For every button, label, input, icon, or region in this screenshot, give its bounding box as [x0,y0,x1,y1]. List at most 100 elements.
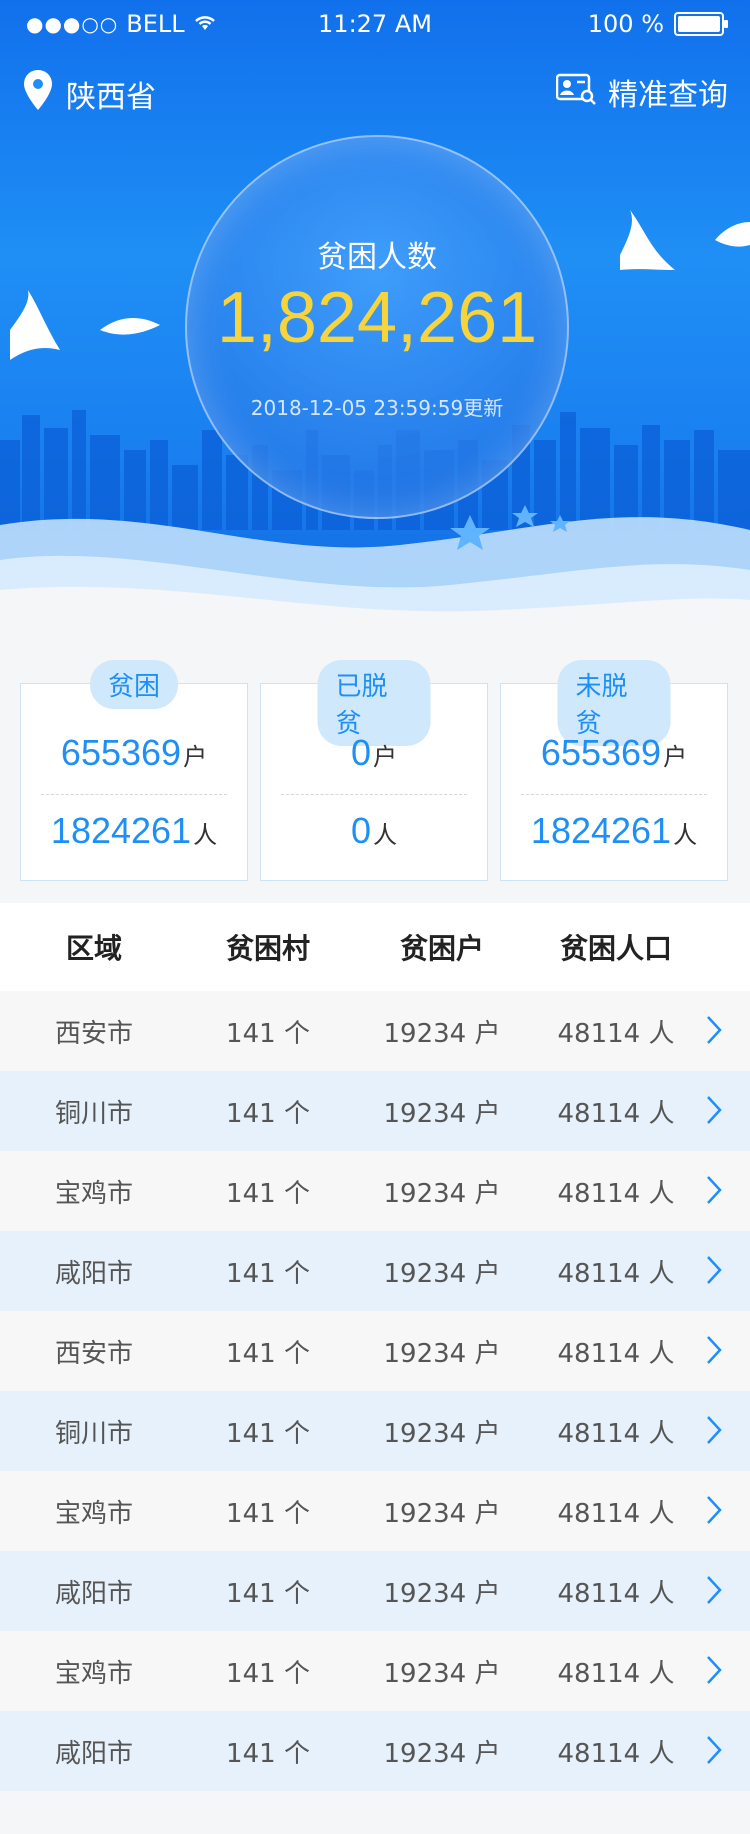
precise-query-button[interactable]: 精准查询 [555,70,728,114]
chevron-right-icon[interactable] [706,1175,722,1212]
people-value: 0 [350,810,372,851]
table-row[interactable]: 咸阳市 141 个 19234 户 48114 人 [0,1711,750,1791]
location-pin-icon [24,70,52,118]
poverty-count-circle: 贫困人数 1,824,261 2018-12-05 23:59:59更新 [185,135,569,519]
top-nav: 陕西省 精准查询 [0,70,750,120]
table-row[interactable]: 西安市 141 个 19234 户 48114 人 [0,991,750,1071]
stat-card-remaining: 未脱贫 655369户 1824261人 [500,660,728,881]
row-region: 咸阳市 [54,1578,133,1609]
row-households: 19234 户 [383,1098,501,1129]
stat-cards: 贫困 655369户 1824261人 已脱贫 0户 0人 未脱贫 655369… [20,660,730,883]
row-region: 咸阳市 [54,1738,133,1769]
people-value: 1824261 [530,810,672,851]
chevron-right-icon[interactable] [706,1255,722,1292]
row-villages: 141 个 [226,1338,310,1369]
table-row[interactable]: 宝鸡市 141 个 19234 户 48114 人 [0,1471,750,1551]
households-unit: 户 [183,743,208,771]
people-unit: 人 [373,821,398,849]
row-households: 19234 户 [383,1178,501,1209]
chevron-right-icon[interactable] [706,1015,722,1052]
row-region: 宝鸡市 [54,1658,133,1689]
table-row[interactable]: 咸阳市 141 个 19234 户 48114 人 [0,1231,750,1311]
row-region: 西安市 [54,1338,133,1369]
row-region: 铜川市 [54,1418,133,1449]
people-unit: 人 [193,821,218,849]
row-households: 19234 户 [383,1658,501,1689]
row-region: 西安市 [54,1018,133,1049]
row-population: 48114 人 [557,1578,675,1609]
row-region: 铜川市 [54,1098,133,1129]
row-population: 48114 人 [557,1018,675,1049]
row-population: 48114 人 [557,1738,675,1769]
row-households: 19234 户 [383,1418,501,1449]
people-value: 1824261 [50,810,192,851]
row-region: 宝鸡市 [54,1178,133,1209]
header-villages: 贫困村 [225,932,310,965]
households-value: 0 [350,732,372,773]
row-households: 19234 户 [383,1338,501,1369]
location-selector[interactable]: 陕西省 [24,70,156,118]
region-table: 区域 贫困村 贫困户 贫困人口 西安市 141 个 19234 户 48114 人铜川… [0,903,750,1791]
row-villages: 141 个 [226,1098,310,1129]
row-population: 48114 人 [557,1338,675,1369]
chevron-right-icon[interactable] [706,1495,722,1532]
row-population: 48114 人 [557,1178,675,1209]
row-villages: 141 个 [226,1178,310,1209]
row-villages: 141 个 [226,1738,310,1769]
header-households: 贫困户 [399,932,484,965]
households-unit: 户 [663,743,688,771]
row-region: 宝鸡市 [54,1498,133,1529]
row-villages: 141 个 [226,1018,310,1049]
households-value: 655369 [540,732,662,773]
row-population: 48114 人 [557,1658,675,1689]
row-population: 48114 人 [557,1418,675,1449]
row-households: 19234 户 [383,1018,501,1049]
households-value: 655369 [60,732,182,773]
row-villages: 141 个 [226,1658,310,1689]
chevron-right-icon[interactable] [706,1735,722,1772]
table-row[interactable]: 铜川市 141 个 19234 户 48114 人 [0,1071,750,1151]
row-villages: 141 个 [226,1258,310,1289]
stat-card-title: 贫困 [89,660,179,709]
table-row[interactable]: 铜川市 141 个 19234 户 48114 人 [0,1391,750,1471]
poverty-count-label: 贫困人数 [317,240,437,275]
row-villages: 141 个 [226,1578,310,1609]
row-households: 19234 户 [383,1738,501,1769]
divider [41,794,227,795]
divider [281,794,467,795]
chevron-right-icon[interactable] [706,1655,722,1692]
chevron-right-icon[interactable] [706,1415,722,1452]
row-population: 48114 人 [557,1498,675,1529]
row-households: 19234 户 [383,1578,501,1609]
row-villages: 141 个 [226,1418,310,1449]
id-card-search-icon [555,71,596,113]
update-timestamp: 2018-12-05 23:59:59更新 [250,396,504,420]
households-unit: 户 [373,743,398,771]
table-row[interactable]: 宝鸡市 141 个 19234 户 48114 人 [0,1151,750,1231]
divider [521,794,707,795]
status-bar: ●●●○○ BELL 11:27 AM 100 % [0,0,750,48]
battery-icon [674,12,728,36]
table-header: 区域 贫困村 贫困户 贫困人口 [0,903,750,991]
table-row[interactable]: 西安市 141 个 19234 户 48114 人 [0,1311,750,1391]
people-unit: 人 [673,821,698,849]
hero-header: ●●●○○ BELL 11:27 AM 100 % 陕西省 精准查询 贫困人数 [0,0,750,640]
stat-card-poverty: 贫困 655369户 1824261人 [20,660,248,881]
poverty-count-value: 1,824,261 [216,278,538,358]
precise-query-label: 精准查询 [608,78,728,113]
row-region: 咸阳市 [54,1258,133,1289]
chevron-right-icon[interactable] [706,1095,722,1132]
chevron-right-icon[interactable] [706,1335,722,1372]
row-villages: 141 个 [226,1498,310,1529]
location-label: 陕西省 [66,80,156,115]
row-households: 19234 户 [383,1258,501,1289]
row-population: 48114 人 [557,1098,675,1129]
table-body: 西安市 141 个 19234 户 48114 人铜川市 141 个 19234 户 481… [0,991,750,1791]
header-region: 区域 [65,932,122,965]
chevron-right-icon[interactable] [706,1575,722,1612]
header-population: 贫困人口 [559,932,672,965]
table-row[interactable]: 咸阳市 141 个 19234 户 48114 人 [0,1551,750,1631]
row-population: 48114 人 [557,1258,675,1289]
table-row[interactable]: 宝鸡市 141 个 19234 户 48114 人 [0,1631,750,1711]
row-households: 19234 户 [383,1498,501,1529]
